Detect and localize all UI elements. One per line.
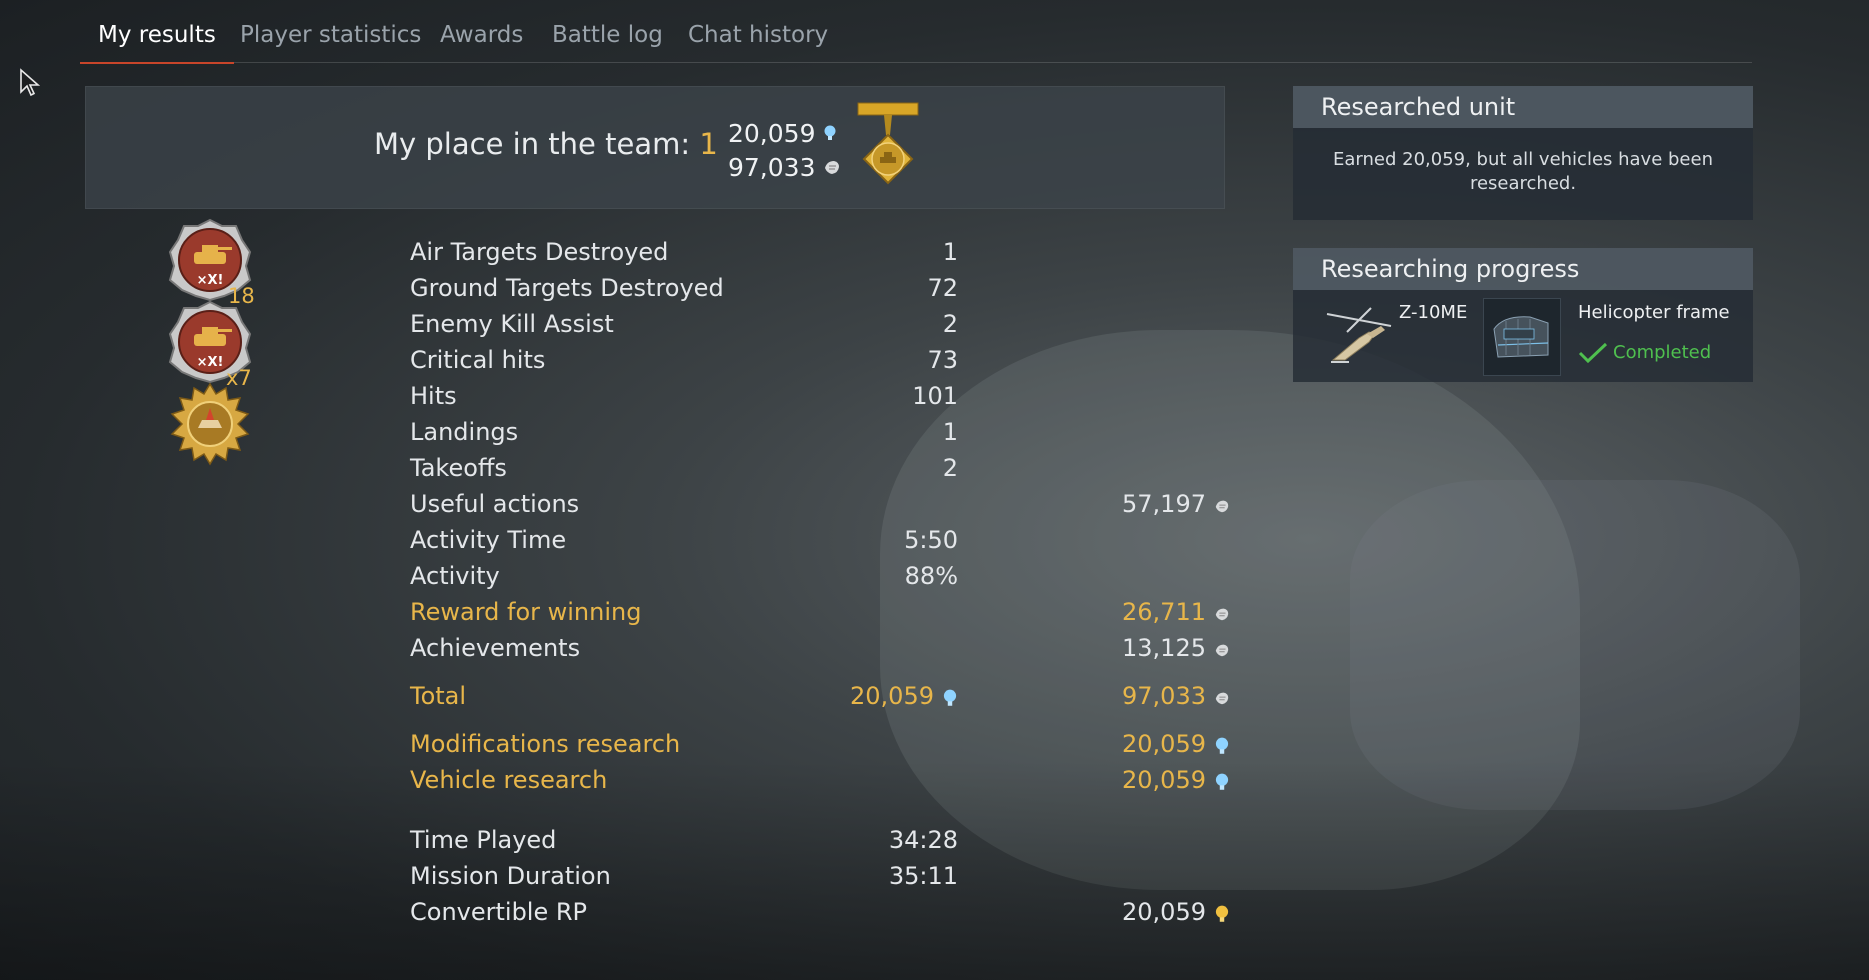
stat-row: Air Targets Destroyed 1 bbox=[410, 238, 1230, 272]
researched-unit-panel: Researched unit Earned 20,059, but all v… bbox=[1293, 86, 1753, 220]
stat-label: Reward for winning bbox=[410, 598, 642, 626]
stat-label: Achievements bbox=[410, 634, 581, 662]
stat-row: Ground Targets Destroyed 72 bbox=[410, 274, 1230, 308]
stat-row-total: Total 20,059 97,033 bbox=[410, 682, 1230, 716]
svg-text:×X!: ×X! bbox=[197, 355, 224, 370]
silver-lions-icon bbox=[1215, 500, 1229, 513]
summary-sl: 97,033 bbox=[728, 153, 841, 182]
helicopter-frame-icon bbox=[1493, 316, 1549, 358]
stat-label: Landings bbox=[410, 418, 519, 446]
helicopter-icon[interactable] bbox=[1321, 304, 1399, 368]
stat-row: Mission Duration 35:11 bbox=[410, 862, 1230, 896]
stat-value: 88% bbox=[904, 562, 958, 590]
summary-sl-value: 97,033 bbox=[728, 153, 816, 182]
stat-label: Critical hits bbox=[410, 346, 546, 374]
stat-label: Mission Duration bbox=[410, 862, 611, 890]
silver-lions-icon bbox=[825, 161, 840, 174]
stat-label: Ground Targets Destroyed bbox=[410, 274, 724, 302]
tab-bar: My results Player statistics Awards Batt… bbox=[80, 14, 1752, 64]
stat-value: 35:11 bbox=[888, 862, 958, 890]
research-points-icon bbox=[1215, 773, 1229, 790]
stat-value: 20,059 bbox=[850, 682, 934, 710]
tab-awards[interactable]: Awards bbox=[422, 14, 541, 62]
stat-row: Time Played 34:28 bbox=[410, 826, 1230, 860]
tab-my-results[interactable]: My results bbox=[80, 14, 234, 64]
stat-value: 101 bbox=[912, 382, 958, 410]
mouse-cursor-icon bbox=[20, 68, 41, 97]
stat-label: Vehicle research bbox=[410, 766, 608, 794]
stat-row: Modifications research 20,059 bbox=[410, 730, 1230, 764]
convertible-rp-icon bbox=[1215, 905, 1229, 922]
stat-row: Convertible RP 20,059 bbox=[410, 898, 1230, 932]
stat-row: Reward for winning 26,711 bbox=[410, 598, 1230, 632]
team-place-label: My place in the team: bbox=[374, 127, 691, 161]
stat-value: 2 bbox=[942, 310, 958, 338]
stat-label: Modifications research bbox=[410, 730, 681, 758]
tab-chat-history[interactable]: Chat history bbox=[670, 14, 846, 62]
silver-lions-icon bbox=[1215, 608, 1229, 621]
stat-row: Achievements 13,125 bbox=[410, 634, 1230, 668]
summary-rp-value: 20,059 bbox=[728, 119, 816, 148]
place-medal-icon bbox=[857, 102, 919, 185]
stat-label: Time Played bbox=[410, 826, 557, 854]
team-place: My place in the team: 1 bbox=[374, 127, 718, 161]
stat-value: 73 bbox=[927, 346, 958, 374]
stat-value: 1 bbox=[942, 238, 958, 266]
stat-row: Useful actions 57,197 bbox=[410, 490, 1230, 524]
stat-row: Activity Time 5:50 bbox=[410, 526, 1230, 560]
stat-label: Enemy Kill Assist bbox=[410, 310, 614, 338]
stat-row: Critical hits 73 bbox=[410, 346, 1230, 380]
researched-unit-title: Researched unit bbox=[1293, 86, 1753, 128]
checkmark-icon bbox=[1578, 342, 1608, 364]
stat-label: Takeoffs bbox=[410, 454, 507, 482]
stat-row: Activity 88% bbox=[410, 562, 1230, 596]
team-place-value: 1 bbox=[699, 127, 718, 161]
stat-row: Vehicle research 20,059 bbox=[410, 766, 1230, 800]
stat-label: Hits bbox=[410, 382, 457, 410]
researched-unit-text: Earned 20,059, but all vehicles have bee… bbox=[1333, 149, 1713, 194]
research-module-name: Helicopter frame bbox=[1578, 302, 1730, 323]
stat-value: 5:50 bbox=[904, 526, 958, 554]
stat-value: 34:28 bbox=[888, 826, 958, 854]
stat-value: 2 bbox=[942, 454, 958, 482]
research-vehicle-name: Z-10ME bbox=[1399, 302, 1468, 323]
research-points-icon bbox=[824, 125, 836, 140]
stat-label: Useful actions bbox=[410, 490, 580, 518]
research-points-icon bbox=[943, 689, 957, 706]
stat-row: Enemy Kill Assist 2 bbox=[410, 310, 1230, 344]
stat-label: Total bbox=[410, 682, 467, 710]
tab-battle-log[interactable]: Battle log bbox=[534, 14, 681, 62]
silver-lions-icon bbox=[1215, 692, 1229, 705]
stat-value: 72 bbox=[927, 274, 958, 302]
summary-rp: 20,059 bbox=[728, 119, 837, 148]
tab-player-statistics[interactable]: Player statistics bbox=[222, 14, 439, 62]
stat-label: Air Targets Destroyed bbox=[410, 238, 669, 266]
stat-row: Landings 1 bbox=[410, 418, 1230, 452]
stat-row: Hits 101 bbox=[410, 382, 1230, 416]
stat-label: Activity bbox=[410, 562, 500, 590]
silver-lions-icon bbox=[1215, 644, 1229, 657]
stat-row: Takeoffs 2 bbox=[410, 454, 1230, 488]
stat-label: Activity Time bbox=[410, 526, 567, 554]
research-status: Completed bbox=[1613, 342, 1712, 363]
stat-value: 1 bbox=[942, 418, 958, 446]
researching-progress-title: Researching progress bbox=[1293, 248, 1753, 290]
gold-tank-medal-icon bbox=[170, 382, 250, 466]
research-points-icon bbox=[1215, 737, 1229, 754]
researching-progress-panel: Researching progress Z-10ME Helicopter f… bbox=[1293, 248, 1753, 382]
team-place-panel: My place in the team: 1 20,059 97,033 bbox=[85, 86, 1225, 209]
svg-text:×X!: ×X! bbox=[197, 273, 224, 288]
stat-label: Convertible RP bbox=[410, 898, 588, 926]
helicopter-frame-module[interactable] bbox=[1483, 298, 1561, 376]
